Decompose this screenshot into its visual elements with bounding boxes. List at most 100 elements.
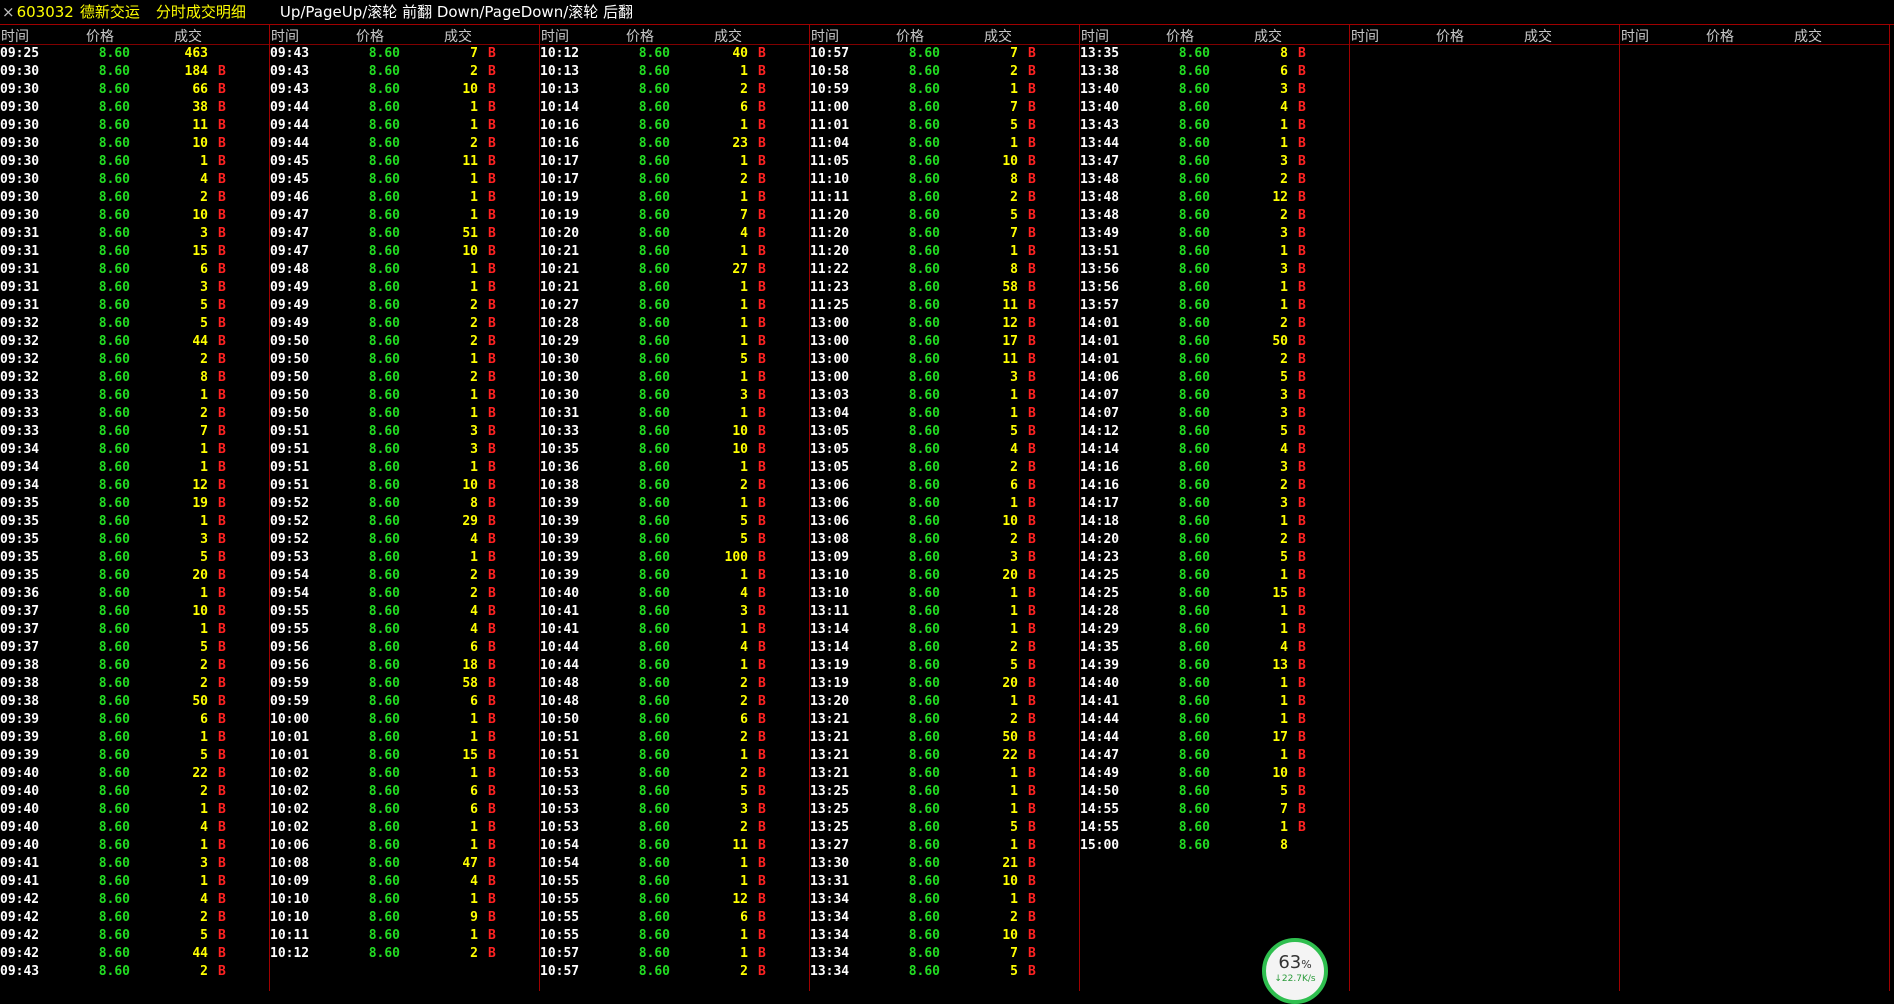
tick-side-flag: B [488, 118, 496, 133]
tick-time: 10:40 [540, 586, 580, 601]
tick-time: 09:42 [0, 928, 40, 943]
tick-row: 14:40 8.60 1 B [1080, 675, 1349, 693]
tick-time: 14:01 [1080, 316, 1120, 331]
tick-price: 8.60 [368, 154, 400, 169]
tick-price: 8.60 [98, 658, 130, 673]
tick-price: 8.60 [1178, 568, 1210, 583]
trade-detail-grid[interactable]: 时间 价格 成交 09:25 8.60 463 09:30 8.60 184 B 09:30 8.60… [0, 25, 1894, 991]
tick-time: 13:34 [810, 910, 850, 925]
tick-side-flag: B [488, 226, 496, 241]
tick-volume: 10 [1002, 928, 1018, 943]
tick-time: 10:50 [540, 712, 580, 727]
tick-time: 13:00 [810, 334, 850, 349]
tick-price: 8.60 [98, 316, 130, 331]
tick-volume: 1 [1280, 244, 1288, 259]
tick-row: 10:55 8.60 1 B [540, 927, 809, 945]
tick-volume: 27 [732, 262, 748, 277]
tick-side-flag: B [1298, 694, 1306, 709]
tick-side-flag: B [218, 622, 226, 637]
tick-price: 8.60 [638, 496, 670, 511]
tick-time: 11:20 [810, 226, 850, 241]
column-header: 时间 价格 成交 [540, 25, 809, 45]
tick-volume: 1 [740, 460, 748, 475]
tick-volume: 6 [470, 802, 478, 817]
tick-volume: 10 [462, 478, 478, 493]
tick-price: 8.60 [368, 280, 400, 295]
tick-row: 13:06 8.60 1 B [810, 495, 1079, 513]
tick-price: 8.60 [908, 46, 940, 61]
network-speed-meter[interactable]: 63% ↓22.7K/s [1262, 938, 1328, 1004]
tick-price: 8.60 [98, 856, 130, 871]
tick-volume: 4 [1280, 100, 1288, 115]
tick-time: 09:41 [0, 874, 40, 889]
tick-row: 14:41 8.60 1 B [1080, 693, 1349, 711]
tick-side-flag: B [1298, 658, 1306, 673]
tick-row: 14:07 8.60 3 B [1080, 387, 1349, 405]
tick-side-flag: B [218, 946, 226, 961]
tick-time: 13:27 [810, 838, 850, 853]
tick-price: 8.60 [908, 874, 940, 889]
tick-row: 09:30 8.60 10 B [0, 135, 269, 153]
tick-side-flag: B [218, 730, 226, 745]
header-volume: 成交 [1524, 29, 1552, 45]
tick-time: 11:01 [810, 118, 850, 133]
tick-time: 11:10 [810, 172, 850, 187]
tick-price: 8.60 [908, 586, 940, 601]
tick-time: 10:53 [540, 784, 580, 799]
tick-price: 8.60 [98, 640, 130, 655]
tick-side-flag: B [758, 496, 766, 511]
tick-time: 10:39 [540, 514, 580, 529]
tick-side-flag: B [1028, 244, 1036, 259]
tick-price: 8.60 [1178, 262, 1210, 277]
tick-time: 09:44 [270, 118, 310, 133]
tick-side-flag: B [1298, 748, 1306, 763]
tick-side-flag: B [218, 190, 226, 205]
tick-row: 09:45 8.60 11 B [270, 153, 539, 171]
tick-side-flag: B [1028, 928, 1036, 943]
tick-side-flag: B [488, 442, 496, 457]
tick-side-flag: B [218, 838, 226, 853]
tick-time: 10:51 [540, 730, 580, 745]
tick-volume: 44 [192, 334, 208, 349]
tick-time: 09:44 [270, 100, 310, 115]
tick-price: 8.60 [908, 604, 940, 619]
tick-row: 09:46 8.60 1 B [270, 189, 539, 207]
speed-rate: ↓22.7K/s [1274, 974, 1316, 984]
tick-column-1: 时间 价格 成交 09:25 8.60 463 09:30 8.60 184 B 09:30 8.60… [0, 25, 270, 991]
tick-time: 09:34 [0, 442, 40, 457]
tick-side-flag: B [758, 604, 766, 619]
close-icon[interactable]: × [2, 0, 15, 25]
tick-row: 13:31 8.60 10 B [810, 873, 1079, 891]
tick-price: 8.60 [368, 262, 400, 277]
tick-volume: 11 [1002, 352, 1018, 367]
tick-row: 09:44 8.60 2 B [270, 135, 539, 153]
tick-side-flag: B [488, 658, 496, 673]
tick-time: 10:01 [270, 748, 310, 763]
tick-row: 13:44 8.60 1 B [1080, 135, 1349, 153]
tick-volume: 2 [470, 298, 478, 313]
tick-volume: 1 [200, 622, 208, 637]
tick-time: 09:30 [0, 100, 40, 115]
tick-price: 8.60 [368, 208, 400, 223]
tick-price: 8.60 [98, 406, 130, 421]
tick-time: 09:31 [0, 226, 40, 241]
tick-side-flag: B [218, 136, 226, 151]
tick-side-flag: B [1028, 838, 1036, 853]
tick-row: 09:51 8.60 10 B [270, 477, 539, 495]
tick-volume: 15 [192, 244, 208, 259]
tick-row: 09:50 8.60 1 B [270, 351, 539, 369]
tick-price: 8.60 [1178, 730, 1210, 745]
tick-volume: 7 [1010, 100, 1018, 115]
tick-price: 8.60 [908, 748, 940, 763]
tick-volume: 5 [1010, 820, 1018, 835]
tick-side-flag: B [1028, 262, 1036, 277]
tick-price: 8.60 [98, 298, 130, 313]
tick-time: 09:56 [270, 640, 310, 655]
tick-row: 10:11 8.60 1 B [270, 927, 539, 945]
tick-time: 09:30 [0, 64, 40, 79]
tick-side-flag: B [488, 694, 496, 709]
tick-volume: 5 [200, 928, 208, 943]
tick-price: 8.60 [1178, 460, 1210, 475]
tick-row: 13:05 8.60 5 B [810, 423, 1079, 441]
tick-volume: 8 [1280, 46, 1288, 61]
